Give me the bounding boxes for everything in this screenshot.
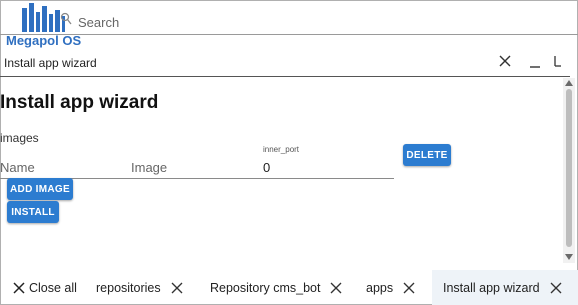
- close-icon[interactable]: [330, 282, 342, 294]
- tab-repository-cms-bot[interactable]: Repository cms_bot: [210, 270, 342, 305]
- inner-port-label: inner_port: [263, 145, 300, 154]
- scroll-down-arrow-icon[interactable]: [565, 254, 573, 260]
- brand-name: Megapol OS: [6, 33, 82, 48]
- tab-label: apps: [366, 280, 394, 295]
- tab-label: repositories: [96, 280, 161, 295]
- name-field[interactable]: Name: [0, 160, 35, 175]
- titlebar-divider: [0, 76, 570, 77]
- add-image-button[interactable]: ADD IMAGE: [7, 178, 73, 200]
- maximize-icon[interactable]: [554, 55, 562, 67]
- delete-button[interactable]: DELETE: [403, 144, 451, 166]
- header-divider: [0, 34, 578, 35]
- scroll-up-arrow-icon[interactable]: [565, 80, 573, 86]
- image-field[interactable]: Image: [131, 160, 167, 175]
- tab-label: Install app wizard: [443, 280, 540, 295]
- search-icon: [60, 12, 72, 25]
- close-all-label: Close all: [29, 280, 77, 295]
- window-title: Install app wizard: [4, 56, 97, 70]
- tab-install-app-wizard[interactable]: Install app wizard: [432, 270, 578, 305]
- close-all-button[interactable]: Close all: [13, 270, 77, 305]
- install-button[interactable]: INSTALL: [7, 201, 59, 223]
- tab-label: Repository cms_bot: [210, 280, 321, 295]
- close-icon[interactable]: [403, 282, 415, 294]
- minimize-icon[interactable]: [528, 53, 542, 69]
- close-icon[interactable]: [550, 282, 562, 294]
- tab-repositories[interactable]: repositories: [96, 270, 183, 305]
- close-icon[interactable]: [171, 282, 183, 294]
- page-title: Install app wizard: [0, 92, 159, 113]
- inner-port-input[interactable]: 0: [263, 160, 270, 175]
- search-input[interactable]: [78, 13, 558, 31]
- close-icon: [13, 281, 25, 294]
- megapol-logo: [22, 3, 65, 32]
- scrollbar-thumb[interactable]: [566, 89, 572, 247]
- tab-apps[interactable]: apps: [366, 270, 415, 305]
- images-section-label: images: [0, 131, 39, 145]
- close-icon[interactable]: [497, 53, 513, 69]
